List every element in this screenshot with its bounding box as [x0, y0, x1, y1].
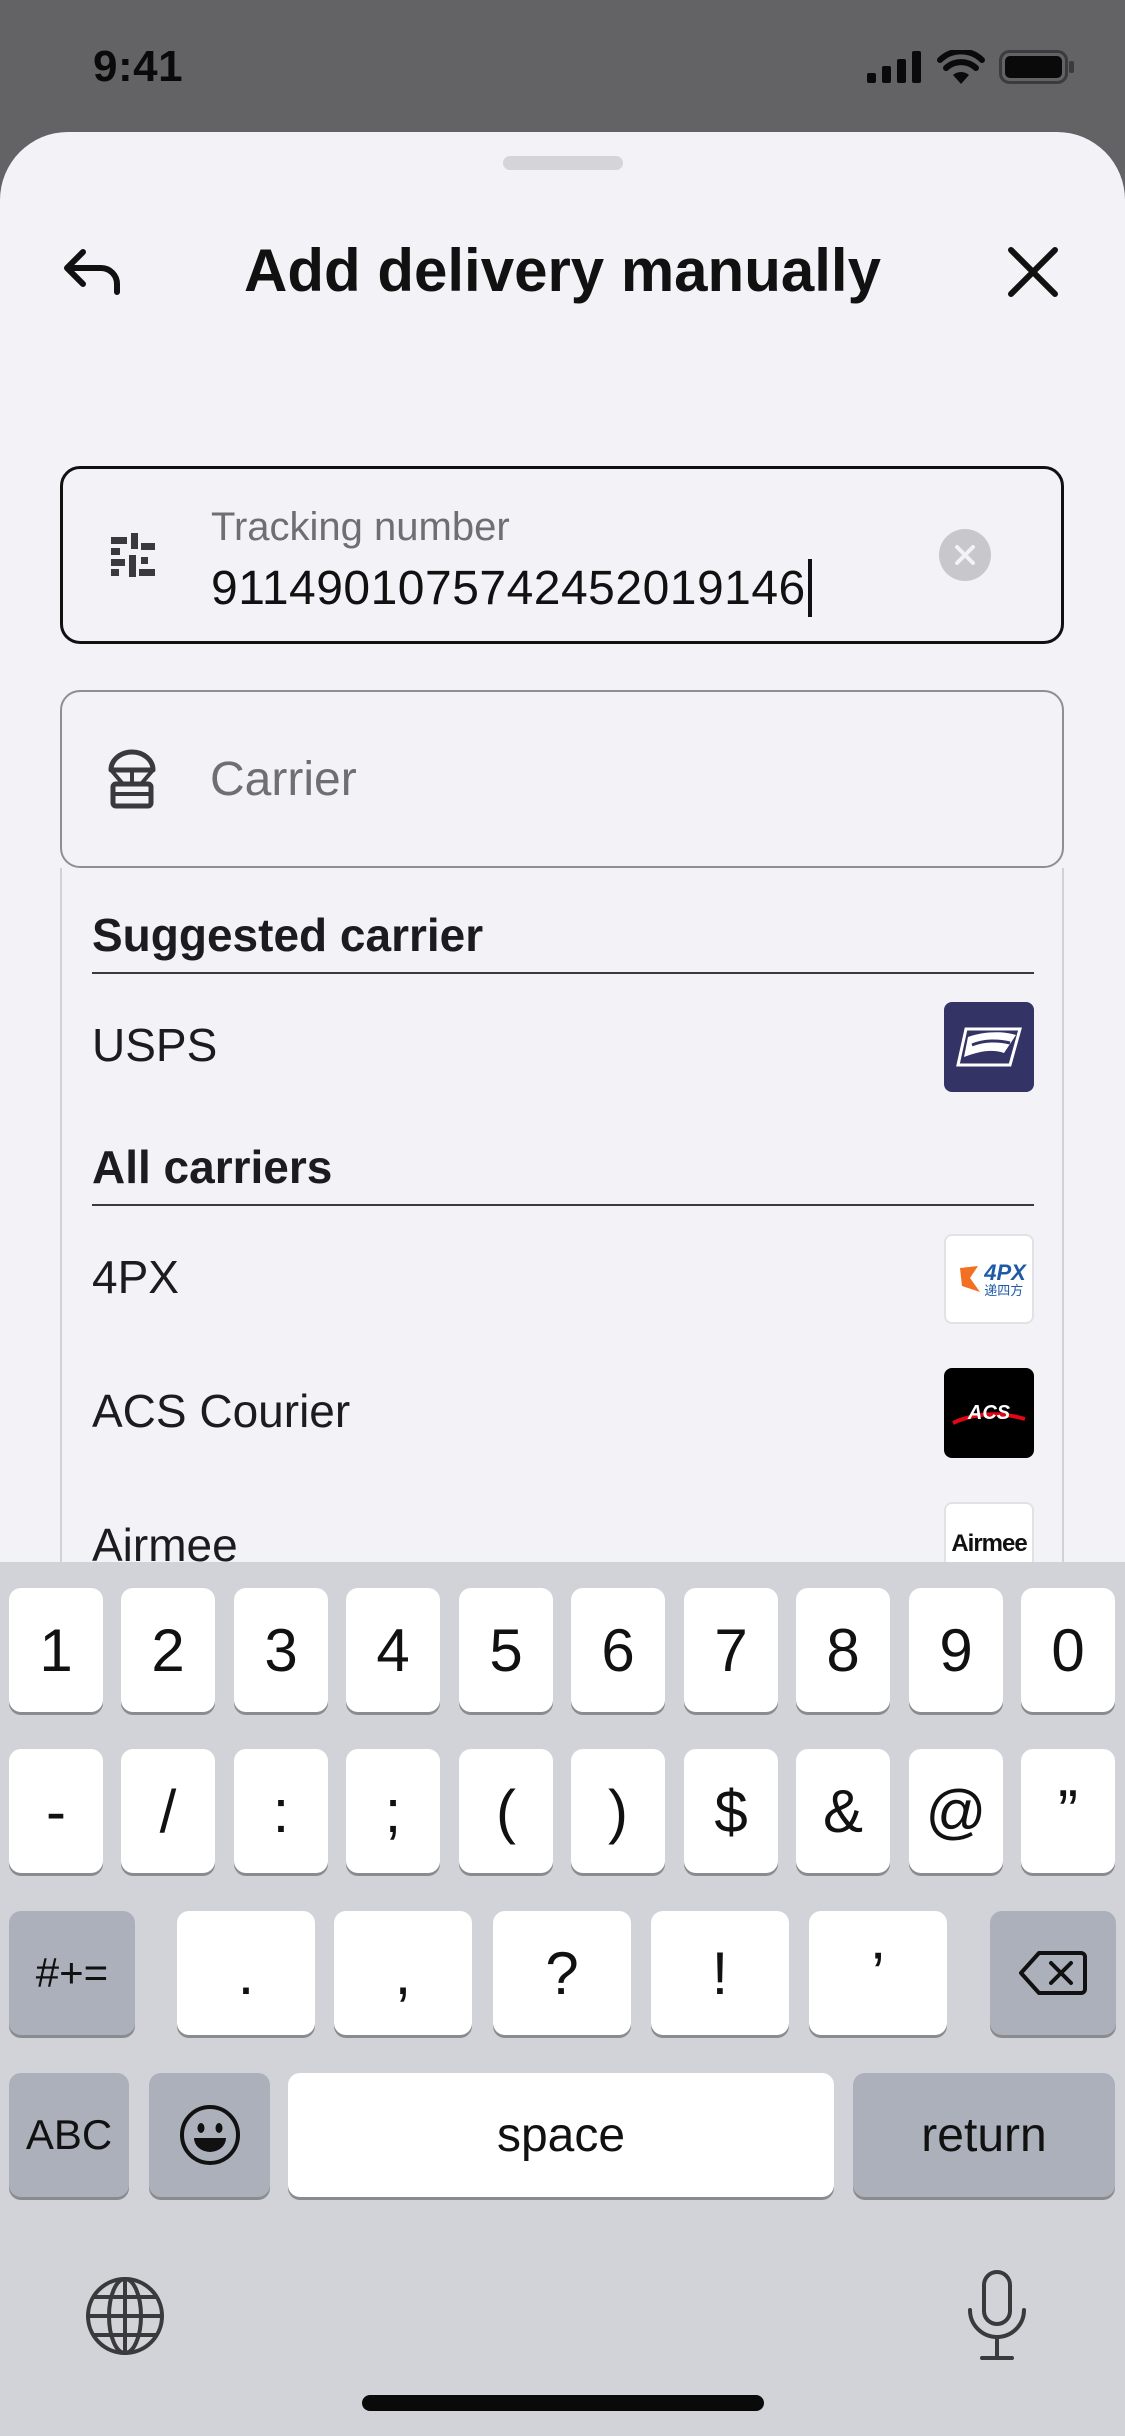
status-time: 9:41: [93, 42, 184, 91]
key-abc[interactable]: ABC: [9, 2073, 129, 2197]
all-carriers-heading: All carriers: [92, 1140, 1034, 1206]
carrier-placeholder: Carrier: [210, 753, 357, 806]
battery-icon: [999, 50, 1074, 84]
key-7[interactable]: 7: [684, 1588, 778, 1712]
4px-logo: 4PX 递四方: [944, 1234, 1034, 1324]
close-button[interactable]: [993, 232, 1073, 312]
key-ampersand[interactable]: &: [796, 1749, 890, 1873]
tracking-number-label: Tracking number: [211, 505, 510, 549]
clear-tracking-button[interactable]: [939, 529, 991, 581]
4px-logo-subtext: 递四方: [984, 1282, 1024, 1298]
suggested-carrier-heading: Suggested carrier: [92, 908, 1034, 974]
acs-logo: ACS: [944, 1368, 1034, 1458]
key-return[interactable]: return: [853, 2073, 1115, 2197]
usps-logo: [944, 1002, 1034, 1092]
status-bar: 9:41: [0, 0, 1125, 132]
emoji-icon: [179, 2105, 240, 2165]
key-question[interactable]: ?: [493, 1911, 631, 2035]
key-5[interactable]: 5: [459, 1588, 553, 1712]
carrier-option-usps[interactable]: USPS: [92, 996, 1034, 1096]
microphone-icon[interactable]: [962, 2270, 1032, 2365]
carrier-name: 4PX: [92, 1251, 179, 1303]
key-quote[interactable]: ”: [1021, 1749, 1115, 1873]
key-open-paren[interactable]: (: [459, 1749, 553, 1873]
status-icons: [867, 50, 1075, 84]
key-0[interactable]: 0: [1021, 1588, 1115, 1712]
key-6[interactable]: 6: [571, 1588, 665, 1712]
key-dollar[interactable]: $: [684, 1749, 778, 1873]
cellular-signal-icon: [867, 51, 921, 83]
key-period[interactable]: .: [177, 1911, 315, 2035]
key-1[interactable]: 1: [9, 1588, 103, 1712]
backspace-icon: [1019, 1951, 1087, 1995]
tracking-number-field[interactable]: Tracking number 9114901075742452019146: [60, 466, 1064, 644]
key-semicolon[interactable]: ;: [346, 1749, 440, 1873]
barcode-scan-icon[interactable]: [105, 525, 161, 585]
key-at[interactable]: @: [909, 1749, 1003, 1873]
key-slash[interactable]: /: [121, 1749, 215, 1873]
carrier-name: USPS: [92, 1019, 218, 1071]
key-backspace[interactable]: [990, 1911, 1116, 2035]
numeric-keyboard: 1 2 3 4 5 6 7 8 9 0 - / : ; ( ) $ & @ ” …: [0, 1562, 1125, 2436]
key-space[interactable]: space: [288, 2073, 834, 2197]
key-comma[interactable]: ,: [334, 1911, 472, 2035]
close-icon: [1008, 247, 1058, 297]
carrier-field[interactable]: Carrier: [60, 690, 1064, 868]
globe-icon[interactable]: [84, 2275, 166, 2357]
tracking-number-input[interactable]: 9114901075742452019146: [211, 559, 812, 617]
carrier-option-acs[interactable]: ACS Courier ACS: [92, 1362, 1034, 1462]
clear-x-icon: [955, 545, 975, 565]
sheet-header: Add delivery manually: [0, 212, 1125, 332]
key-8[interactable]: 8: [796, 1588, 890, 1712]
text-caret: [807, 559, 812, 617]
acs-logo-text: ACS: [967, 1401, 1011, 1424]
page-title: Add delivery manually: [244, 237, 881, 304]
4px-logo-text: 4PX: [984, 1259, 1026, 1285]
key-hyphen[interactable]: -: [9, 1749, 103, 1873]
key-3[interactable]: 3: [234, 1588, 328, 1712]
carrier-name: ACS Courier: [92, 1385, 351, 1437]
key-4[interactable]: 4: [346, 1588, 440, 1712]
key-apostrophe[interactable]: ’: [809, 1911, 947, 2035]
airmee-logo-text: Airmee: [951, 1530, 1027, 1557]
key-close-paren[interactable]: ): [571, 1749, 665, 1873]
key-symbols-mode[interactable]: #+=: [9, 1911, 135, 2035]
key-exclamation[interactable]: !: [651, 1911, 789, 2035]
key-2[interactable]: 2: [121, 1588, 215, 1712]
carrier-option-4px[interactable]: 4PX 4PX 递四方: [92, 1228, 1034, 1328]
sheet-grabber[interactable]: [503, 156, 623, 170]
key-emoji[interactable]: [149, 2073, 270, 2197]
home-indicator: [362, 2395, 764, 2411]
parcel-parachute-icon: [104, 749, 160, 809]
key-9[interactable]: 9: [909, 1588, 1003, 1712]
wifi-icon: [937, 50, 985, 84]
key-colon[interactable]: :: [234, 1749, 328, 1873]
tracking-number-value: 9114901075742452019146: [211, 561, 806, 615]
